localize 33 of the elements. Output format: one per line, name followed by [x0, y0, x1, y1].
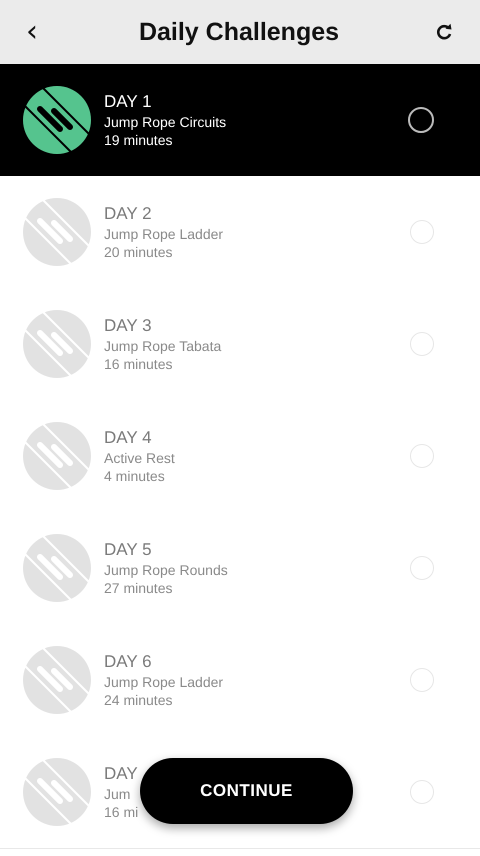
workout-duration: 16 minutes	[104, 356, 172, 372]
workout-name: Jump Rope Tabata	[104, 338, 222, 354]
workout-duration: 27 minutes	[104, 580, 172, 596]
day-label: DAY 5	[104, 540, 152, 560]
workout-duration: 24 minutes	[104, 692, 172, 708]
workout-name: Jump Rope Ladder	[104, 226, 224, 242]
workout-name: Jump Rope Ladder	[104, 674, 224, 690]
workout-duration: 19 minutes	[104, 132, 172, 148]
day-label: DAY	[104, 764, 138, 784]
jump-rope-icon	[23, 422, 91, 490]
jump-rope-icon	[23, 646, 91, 714]
day-label: DAY 3	[104, 316, 152, 336]
jump-rope-icon	[23, 534, 91, 602]
day-label: DAY 1	[104, 92, 152, 112]
challenge-row[interactable]: DAY 1 Jump Rope Circuits 19 minutes	[0, 64, 480, 176]
workout-name: Jump Rope Rounds	[104, 562, 228, 578]
jump-rope-icon	[23, 198, 91, 266]
radio-button[interactable]	[408, 107, 434, 133]
workout-name: Jump Rope Circuits	[104, 114, 226, 130]
day-label: DAY 6	[104, 652, 152, 672]
jump-rope-icon	[23, 86, 91, 154]
day-label: DAY 4	[104, 428, 152, 448]
jump-rope-icon	[23, 310, 91, 378]
day-label: DAY 2	[104, 204, 152, 224]
workout-duration: 20 minutes	[104, 244, 172, 260]
back-button[interactable]: ‹	[20, 17, 44, 47]
screen-title: Daily Challenges	[138, 18, 340, 46]
continue-button[interactable]: CONTINUE	[140, 758, 353, 824]
workout-duration: 4 minutes	[104, 468, 165, 484]
workout-name: Active Rest	[104, 450, 175, 466]
workout-duration: 16 mi	[104, 804, 138, 820]
workout-name: Jum	[104, 786, 130, 802]
jump-rope-icon	[23, 758, 91, 826]
